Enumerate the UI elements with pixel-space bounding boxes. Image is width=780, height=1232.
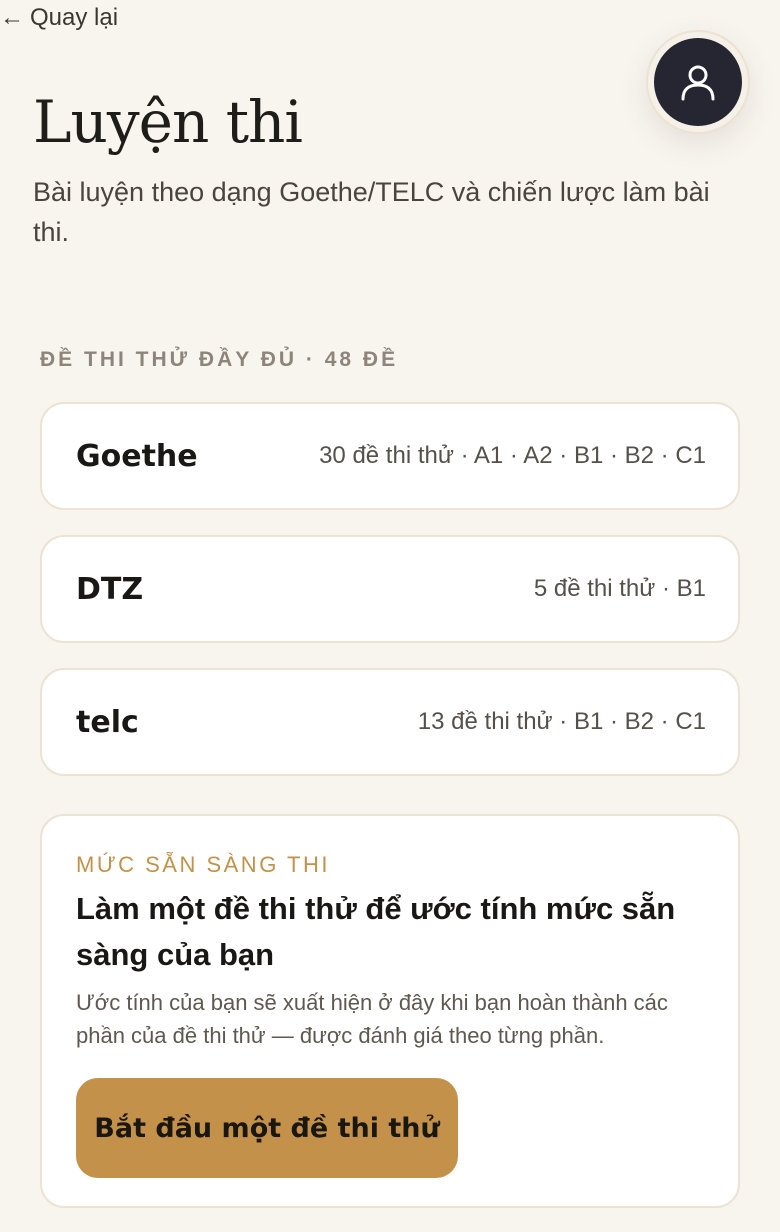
start-mock-exam-button[interactable]: Bắt đầu một đề thi thử [76, 1078, 458, 1178]
user-icon [681, 65, 715, 101]
page-title: Luyện thi [33, 88, 303, 156]
back-link-label: Quay lại [30, 4, 119, 31]
exam-card-dtz[interactable]: DTZ 5 đề thi thử · B1 [40, 535, 740, 643]
exam-name: Goethe [76, 438, 198, 474]
exam-meta: 30 đề thi thử · A1 · A2 · B1 · B2 · C1 [319, 442, 706, 469]
exam-card-goethe[interactable]: Goethe 30 đề thi thử · A1 · A2 · B1 · B2… [40, 402, 740, 510]
profile-avatar-button[interactable] [646, 30, 750, 134]
exam-meta: 5 đề thi thử · B1 [533, 575, 706, 602]
exam-meta: 13 đề thi thử · B1 · B2 · C1 [417, 708, 706, 735]
exam-name: DTZ [76, 571, 144, 607]
readiness-eyebrow: MỨC SẴN SÀNG THI [76, 852, 330, 877]
page-subtitle: Bài luyện theo dạng Goethe/TELC và chiến… [33, 177, 710, 247]
arrow-left-icon: ← [0, 4, 24, 31]
back-link[interactable]: ← Quay lại [0, 4, 118, 32]
readiness-description: Ước tính của bạn sẽ xuất hiện ở đây khi … [76, 990, 668, 1048]
section-label: ĐỀ THI THỬ ĐẦY ĐỦ · 48 ĐỀ [40, 348, 399, 371]
readiness-card: MỨC SẴN SÀNG THI Làm một đề thi thử để ư… [40, 814, 740, 1208]
avatar [654, 38, 742, 126]
exam-name: telc [76, 704, 139, 740]
exam-card-telc[interactable]: telc 13 đề thi thử · B1 · B2 · C1 [40, 668, 740, 776]
readiness-heading: Làm một đề thi thử để ước tính mức sẵn s… [76, 891, 676, 972]
